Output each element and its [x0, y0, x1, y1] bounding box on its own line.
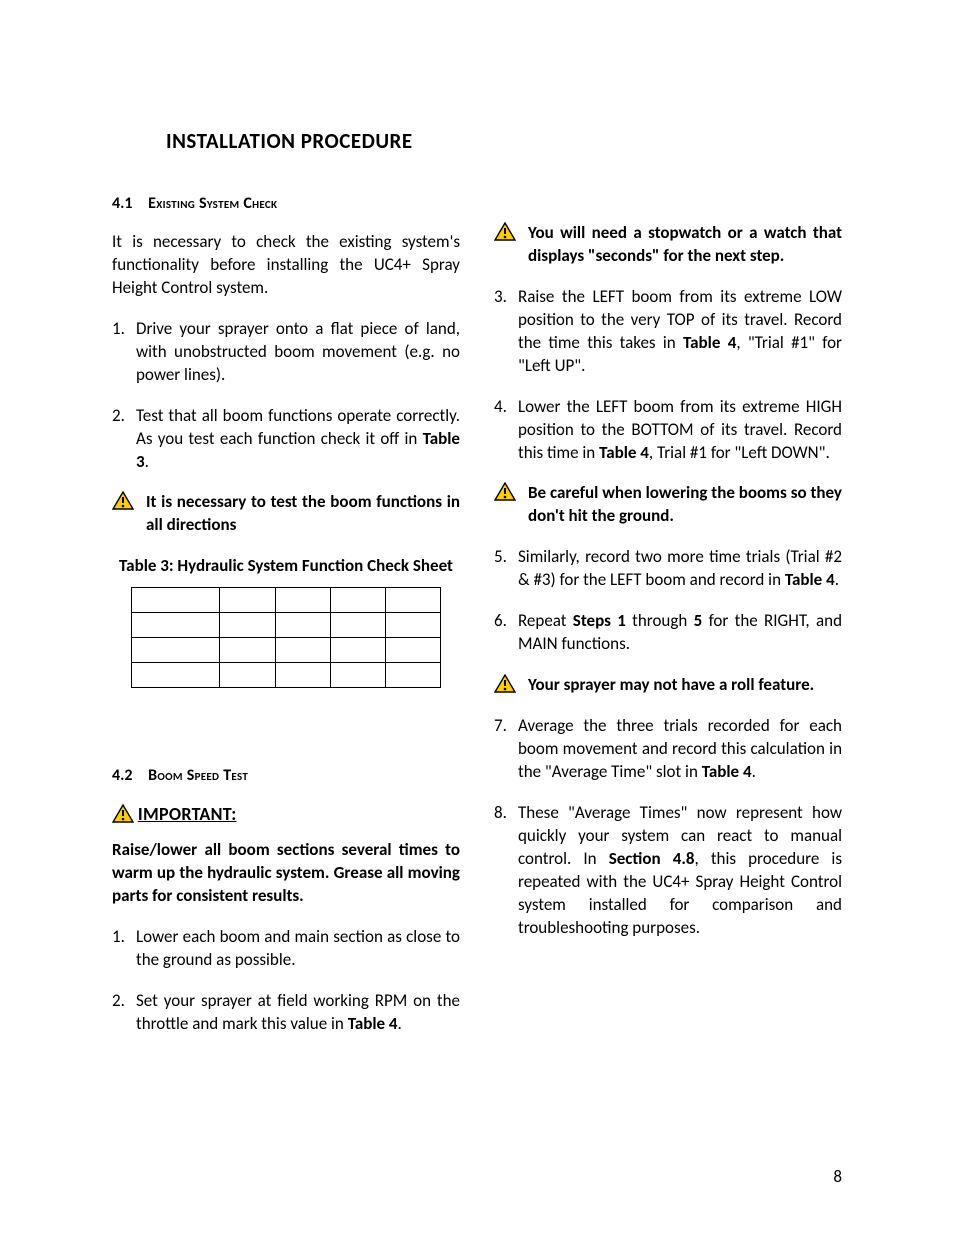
step-2: 2. Test that all boom functions operate … [112, 405, 460, 474]
list-marker: 2. [112, 405, 136, 474]
text: Set your sprayer at field working RPM on… [136, 990, 460, 1034]
step-b2: 2. Set your sprayer at field working RPM… [112, 990, 460, 1036]
step-b4: 4. Lower the LEFT boom from its extreme … [494, 396, 842, 465]
step-text: Lower the LEFT boom from its extreme HIG… [518, 396, 842, 465]
text: Test that all boom functions operate cor… [136, 405, 460, 449]
table-ref: Table 4 [599, 442, 649, 463]
list-marker: 1. [112, 318, 136, 387]
section-title: Existing System Check [148, 194, 277, 213]
text: , Trial #1 for "Left DOWN". [649, 442, 830, 463]
table-3-caption: Table 3: Hydraulic System Function Check… [112, 555, 460, 577]
list-marker: 2. [112, 990, 136, 1036]
warning-icon [112, 491, 146, 537]
list-marker: 7. [494, 715, 518, 784]
warning-text: It is necessary to test the boom functio… [146, 491, 460, 537]
ref: Steps 1 [573, 610, 626, 631]
step-text: Average the three trials recorded for ea… [518, 715, 842, 784]
section-number: 4.1 [112, 194, 133, 213]
table-row [132, 613, 441, 638]
section-4-2-heading: 4.2 Boom Speed Test [112, 766, 460, 785]
warning-text: Your sprayer may not have a roll feature… [528, 674, 842, 697]
page-number: 8 [833, 1166, 842, 1187]
table-ref: Table 4 [702, 761, 752, 782]
text: Repeat [518, 610, 573, 631]
step-b8: 8. These "Average Times" now represent h… [494, 802, 842, 940]
warning-text: You will need a stopwatch or a watch tha… [528, 222, 842, 268]
text: through [626, 610, 694, 631]
intro-paragraph: It is necessary to check the existing sy… [112, 231, 460, 300]
warning-note: Your sprayer may not have a roll feature… [494, 674, 842, 697]
step-text: Drive your sprayer onto a flat piece of … [136, 318, 460, 387]
table-3 [131, 587, 441, 688]
important-label: IMPORTANT: [138, 803, 237, 825]
list-marker: 5. [494, 546, 518, 592]
list-marker: 4. [494, 396, 518, 465]
section-number: 4.2 [112, 766, 133, 785]
step-text: These "Average Times" now represent how … [518, 802, 842, 940]
section-4-1-heading: 4.1 Existing System Check [112, 194, 460, 213]
warning-icon [494, 674, 528, 697]
warning-icon [112, 804, 138, 825]
text: . [398, 1013, 402, 1034]
section-title: Boom Speed Test [148, 766, 248, 785]
step-text: Similarly, record two more time trials (… [518, 546, 842, 592]
step-text: Repeat Steps 1 through 5 for the RIGHT, … [518, 610, 842, 656]
warning-text: Be careful when lowering the booms so th… [528, 482, 842, 528]
step-1: 1. Drive your sprayer onto a flat piece … [112, 318, 460, 387]
step-text: Lower each boom and main section as clos… [136, 926, 460, 972]
warning-note: You will need a stopwatch or a watch tha… [494, 222, 842, 268]
warning-icon [494, 482, 528, 528]
text: . [835, 569, 839, 590]
important-heading: IMPORTANT: [112, 803, 460, 825]
text: Average the three trials recorded for ea… [518, 715, 842, 782]
warning-note: It is necessary to test the boom functio… [112, 491, 460, 537]
text: . [752, 761, 756, 782]
step-b7: 7. Average the three trials recorded for… [494, 715, 842, 784]
table-row [132, 588, 441, 613]
step-b3: 3. Raise the LEFT boom from its extreme … [494, 286, 842, 378]
list-marker: 6. [494, 610, 518, 656]
step-b6: 6. Repeat Steps 1 through 5 for the RIGH… [494, 610, 842, 656]
ref: 5 [694, 610, 703, 631]
table-row [132, 663, 441, 688]
list-marker: 1. [112, 926, 136, 972]
text: . [145, 451, 149, 472]
list-marker: 3. [494, 286, 518, 378]
warning-icon [494, 222, 528, 268]
warning-note: Be careful when lowering the booms so th… [494, 482, 842, 528]
step-b5: 5. Similarly, record two more time trial… [494, 546, 842, 592]
important-text: Raise/lower all boom sections several ti… [112, 839, 460, 908]
step-text: Test that all boom functions operate cor… [136, 405, 460, 474]
step-b1: 1. Lower each boom and main section as c… [112, 926, 460, 972]
section-ref: Section 4.8 [609, 848, 695, 869]
step-text: Raise the LEFT boom from its extreme LOW… [518, 286, 842, 378]
list-marker: 8. [494, 802, 518, 940]
table-row [132, 638, 441, 663]
table-ref: Table 4 [348, 1013, 398, 1034]
table-ref: Table 4 [683, 332, 736, 353]
page-title: INSTALLATION PROCEDURE [166, 128, 842, 154]
table-ref: Table 4 [785, 569, 835, 590]
step-text: Set your sprayer at field working RPM on… [136, 990, 460, 1036]
